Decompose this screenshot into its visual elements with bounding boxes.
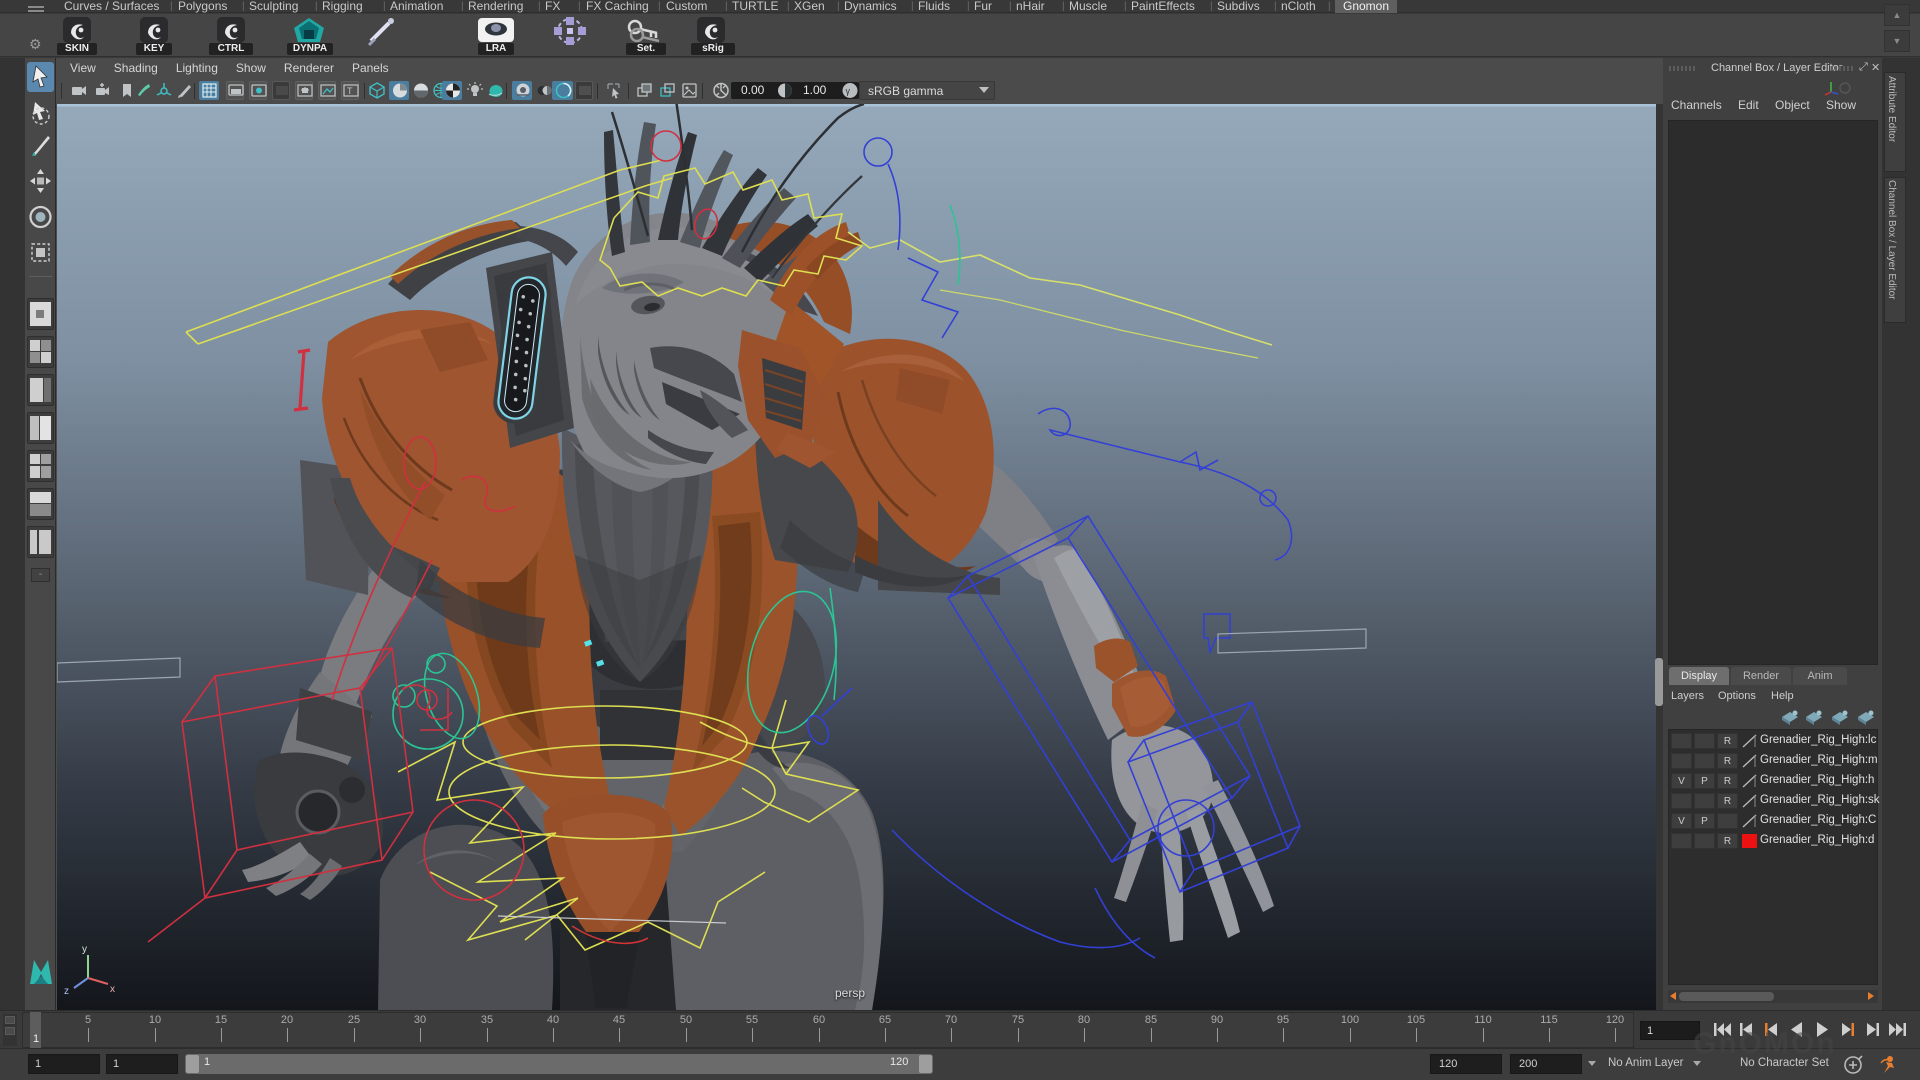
svg-text:z: z [64, 986, 69, 997]
svg-text:y: y [82, 944, 87, 955]
svg-text:x: x [110, 984, 115, 995]
